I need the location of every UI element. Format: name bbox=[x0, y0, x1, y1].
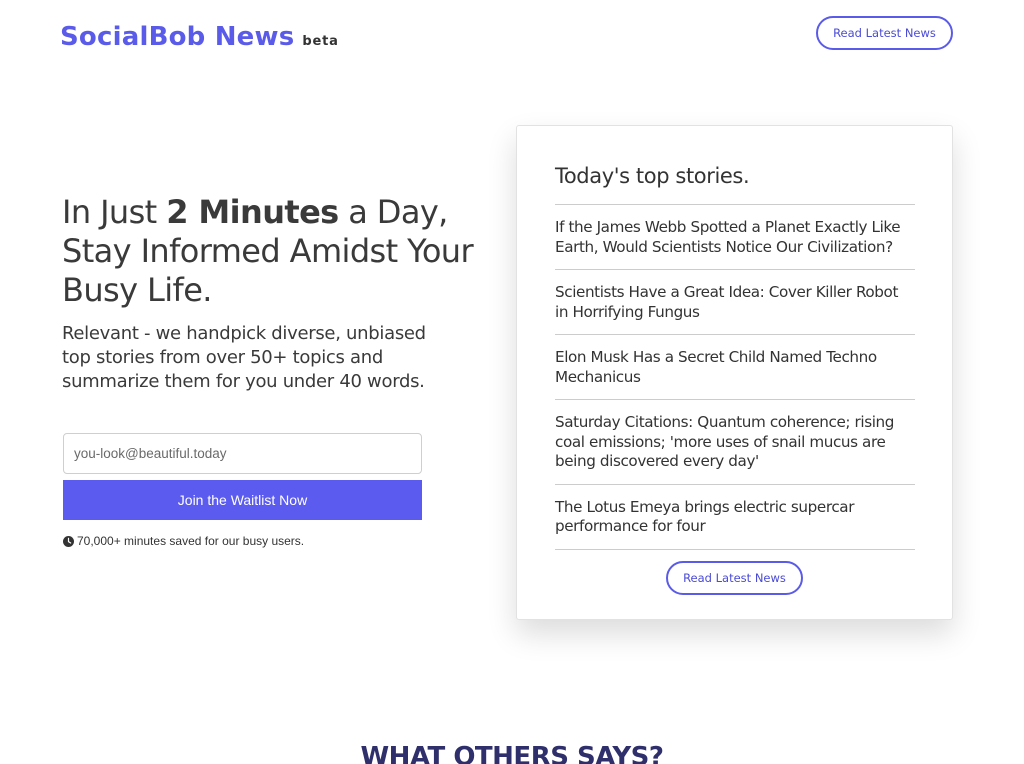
landing-page: SocialBob News beta Read Latest News In … bbox=[0, 0, 1024, 764]
top-stories-title: Today's top stories. bbox=[555, 164, 750, 188]
brand-name: SocialBob News bbox=[60, 22, 295, 52]
email-input[interactable] bbox=[63, 433, 422, 474]
minutes-saved-note: 70,000+ minutes saved for our busy users… bbox=[63, 534, 304, 548]
hero-subtitle: Relevant - we handpick diverse, unbiased… bbox=[62, 323, 426, 392]
minutes-saved-text: 70,000+ minutes saved for our busy users… bbox=[77, 534, 305, 548]
story-item[interactable]: Scientists Have a Great Idea: Cover Kill… bbox=[555, 270, 915, 335]
brand-logo[interactable]: SocialBob News beta bbox=[60, 22, 339, 52]
top-stories-card: Today's top stories. If the James Webb S… bbox=[516, 125, 953, 620]
hero-title-part1: In Just bbox=[62, 193, 167, 231]
header-read-latest-news-button[interactable]: Read Latest News bbox=[816, 16, 953, 50]
story-list: If the James Webb Spotted a Planet Exact… bbox=[555, 204, 915, 550]
card-read-latest-news-button[interactable]: Read Latest News bbox=[666, 561, 803, 595]
story-item[interactable]: Elon Musk Has a Secret Child Named Techn… bbox=[555, 335, 915, 400]
testimonials-heading: WHAT OTHERS SAYS? bbox=[360, 742, 664, 764]
story-item[interactable]: If the James Webb Spotted a Planet Exact… bbox=[555, 205, 915, 270]
clock-icon bbox=[63, 535, 74, 547]
story-item[interactable]: The Lotus Emeya brings electric supercar… bbox=[555, 485, 915, 550]
beta-badge: beta bbox=[302, 34, 339, 49]
story-item[interactable]: Saturday Citations: Quantum coherence; r… bbox=[555, 400, 915, 485]
join-waitlist-button[interactable]: Join the Waitlist Now bbox=[63, 480, 422, 520]
hero-title: In Just 2 Minutes a Day, Stay Informed A… bbox=[62, 193, 482, 310]
hero-title-bold: 2 Minutes bbox=[166, 193, 339, 231]
